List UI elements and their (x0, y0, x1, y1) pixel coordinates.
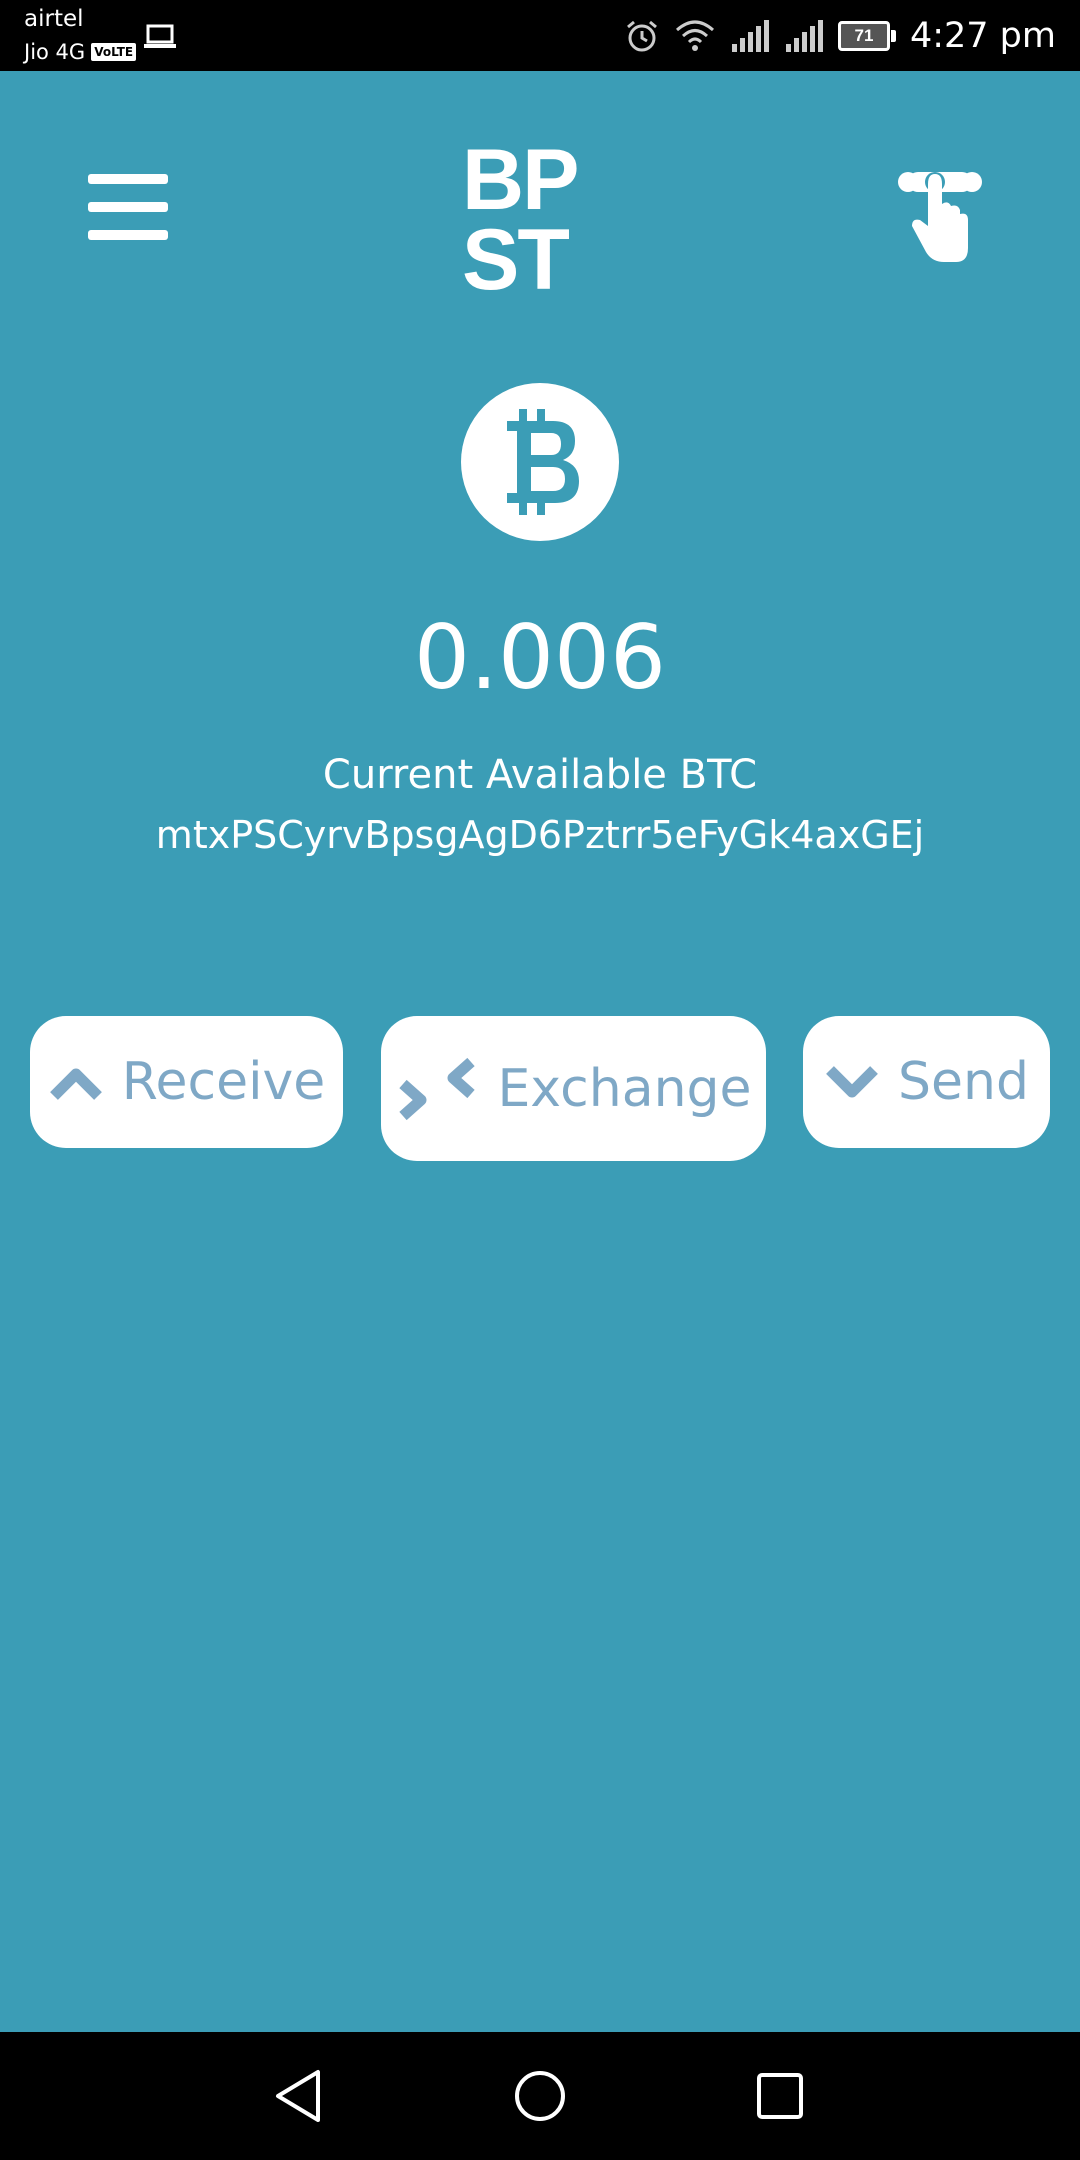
alarm-icon (626, 20, 657, 51)
send-label: Send (898, 1052, 1029, 1112)
logo-line-1: BP (462, 132, 579, 228)
volte-badge: VoLTE (91, 43, 137, 61)
exchange-label: Exchange (497, 1058, 752, 1119)
battery-icon: 71 (837, 20, 896, 51)
app-logo: BP ST (458, 132, 590, 308)
status-icons: 71 4:27 pm (624, 0, 1056, 71)
logo-line-2: ST (462, 212, 570, 308)
carrier-secondary-row: Jio 4G VoLTE (24, 40, 137, 64)
fingerprint-button[interactable] (898, 168, 982, 264)
chevron-down-icon (826, 1066, 878, 1098)
home-icon[interactable] (510, 2066, 570, 2126)
carrier-primary: airtel (24, 6, 84, 32)
fingerprint-touch-icon (898, 172, 982, 262)
btc-balance: 0.006 (414, 606, 666, 709)
recent-apps-icon[interactable] (750, 2066, 810, 2126)
hamburger-bar (88, 230, 168, 240)
laptop-icon (144, 24, 176, 48)
bitcoin-coin (461, 383, 619, 541)
status-time: 4:27 pm (909, 15, 1056, 56)
send-button[interactable]: Send (803, 1016, 1050, 1148)
signal-icon-1 (731, 19, 769, 52)
balance-label: Current Available BTC (322, 752, 758, 798)
bitcoin-icon (507, 409, 579, 515)
back-icon[interactable] (270, 2066, 330, 2126)
wallet-address[interactable]: mtxPSCyrvBpsgAgD6Pztrr5eFyGk4axGEj (0, 813, 1080, 857)
exchange-arrows-icon (399, 1057, 476, 1120)
signal-icon-2 (785, 19, 823, 52)
wifi-icon (675, 20, 714, 51)
status-bar: airtel Jio 4G VoLTE 71 4:27 pm (0, 0, 1080, 71)
battery-level: 71 (837, 20, 890, 51)
hamburger-bar (88, 202, 168, 212)
app-screen: airtel Jio 4G VoLTE 71 4:27 pm BP ST 0.0… (0, 0, 1080, 2160)
receive-label: Receive (121, 1052, 326, 1112)
hamburger-menu-icon (88, 174, 168, 184)
receive-button[interactable]: Receive (30, 1016, 343, 1148)
carrier-secondary: Jio 4G (24, 40, 86, 64)
chevron-up-icon (49, 1068, 102, 1100)
menu-button[interactable] (88, 174, 168, 240)
exchange-button[interactable]: Exchange (381, 1016, 766, 1161)
system-nav-bar (0, 2032, 1080, 2160)
